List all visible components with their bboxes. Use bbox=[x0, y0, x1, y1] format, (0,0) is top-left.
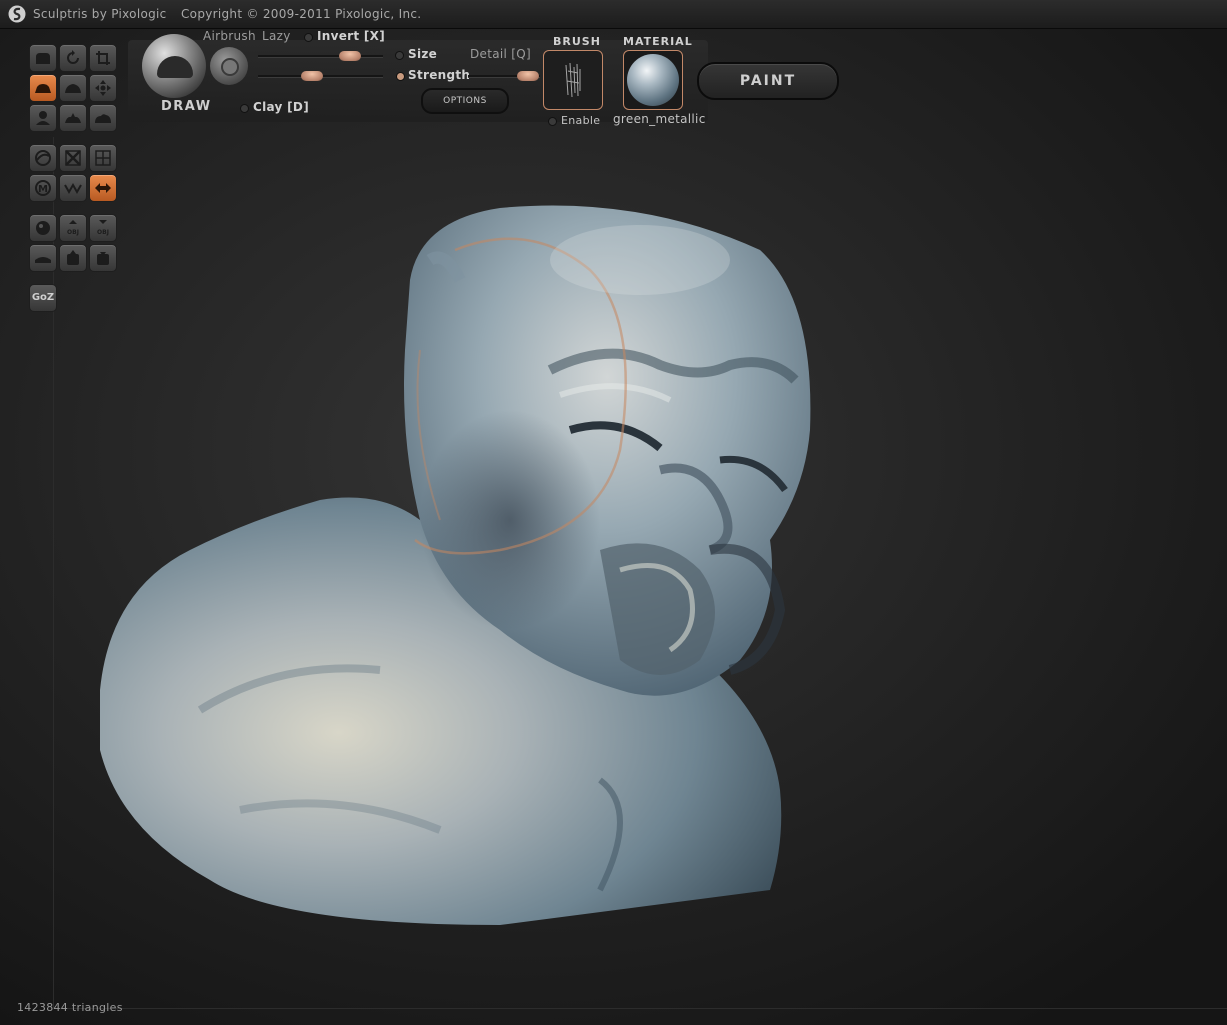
flatten-icon bbox=[35, 84, 51, 93]
title-bar: Sculptris by Pixologic Copyright © 2009-… bbox=[0, 0, 1227, 29]
strength-radio[interactable] bbox=[396, 72, 405, 81]
enable-checkbox[interactable] bbox=[548, 117, 557, 126]
pinch-tool-button[interactable] bbox=[29, 104, 57, 132]
smooth-icon bbox=[65, 113, 81, 123]
airbrush-label: Airbrush bbox=[203, 29, 256, 43]
material-name: green_metallic bbox=[613, 112, 706, 126]
scale-tool-button[interactable] bbox=[89, 44, 117, 72]
rotate-tool-button[interactable] bbox=[59, 44, 87, 72]
reduce-icon bbox=[65, 150, 81, 166]
reduce-tool-button[interactable] bbox=[59, 144, 87, 172]
detail-slider-knob[interactable] bbox=[517, 71, 539, 81]
strength-label: Strength bbox=[408, 68, 471, 82]
size-radio[interactable] bbox=[395, 51, 404, 60]
size-slider-track[interactable] bbox=[258, 55, 383, 58]
goz-button[interactable]: GoZ bbox=[29, 284, 57, 312]
svg-text:M: M bbox=[38, 184, 48, 195]
size-slider-knob[interactable] bbox=[339, 51, 361, 61]
scale-icon bbox=[96, 51, 110, 65]
clay-label: Clay [D] bbox=[253, 100, 309, 114]
smooth-tool-button[interactable] bbox=[59, 104, 87, 132]
material-swatch[interactable] bbox=[623, 50, 683, 110]
sphere-icon bbox=[36, 221, 50, 235]
inflate-tool-button[interactable] bbox=[59, 74, 87, 102]
mask-tool-button[interactable]: M bbox=[29, 174, 57, 202]
tool-name: DRAW bbox=[161, 99, 212, 114]
triangle-count: 1423844 triangles bbox=[17, 1001, 123, 1014]
grab-icon bbox=[95, 114, 111, 123]
svg-text:OBJ: OBJ bbox=[67, 229, 79, 236]
subdivide-icon bbox=[35, 150, 51, 166]
paint-button[interactable]: PAINT bbox=[697, 62, 839, 100]
enable-label: Enable bbox=[561, 114, 601, 127]
move-icon bbox=[95, 80, 111, 96]
wireframe-icon bbox=[95, 150, 111, 166]
options-button[interactable]: OPTIONS bbox=[421, 88, 509, 114]
app-title: Sculptris by Pixologic bbox=[33, 7, 167, 21]
rotate-icon bbox=[67, 50, 79, 64]
clay-checkbox[interactable] bbox=[240, 104, 249, 113]
strength-slider-knob[interactable] bbox=[301, 71, 323, 81]
sphere-tool-button[interactable] bbox=[29, 214, 57, 242]
detail-label: Detail [Q] bbox=[470, 47, 531, 61]
invert-label: Invert [X] bbox=[317, 29, 386, 43]
material-title: MATERIAL bbox=[623, 35, 693, 48]
lazy-label: Lazy bbox=[262, 29, 291, 43]
sculpt-model[interactable] bbox=[80, 190, 840, 930]
pinch-icon bbox=[36, 111, 50, 125]
brush-alpha-icon bbox=[565, 62, 581, 98]
plane-tool-button[interactable] bbox=[29, 244, 57, 272]
brush-alpha-swatch[interactable] bbox=[543, 50, 603, 110]
inflate-icon bbox=[65, 84, 81, 93]
size-label: Size bbox=[408, 47, 438, 61]
sculptris-logo-icon bbox=[8, 5, 26, 23]
mask-icon: M bbox=[35, 180, 51, 196]
airbrush-icon bbox=[221, 58, 239, 76]
material-sphere-icon bbox=[627, 54, 679, 106]
flatten-tool-button[interactable] bbox=[29, 74, 57, 102]
crease-icon bbox=[36, 53, 50, 64]
brush-title: BRUSH bbox=[553, 35, 601, 48]
grab-tool-button[interactable] bbox=[89, 104, 117, 132]
plane-icon bbox=[35, 257, 51, 263]
wireframe-tool-button[interactable] bbox=[89, 144, 117, 172]
crease-tool-button[interactable] bbox=[29, 44, 57, 72]
copyright-text: Copyright © 2009-2011 Pixologic, Inc. bbox=[181, 7, 422, 21]
invert-checkbox[interactable] bbox=[304, 33, 313, 42]
move-tool-button[interactable] bbox=[89, 74, 117, 102]
subdivide-tool-button[interactable] bbox=[29, 144, 57, 172]
